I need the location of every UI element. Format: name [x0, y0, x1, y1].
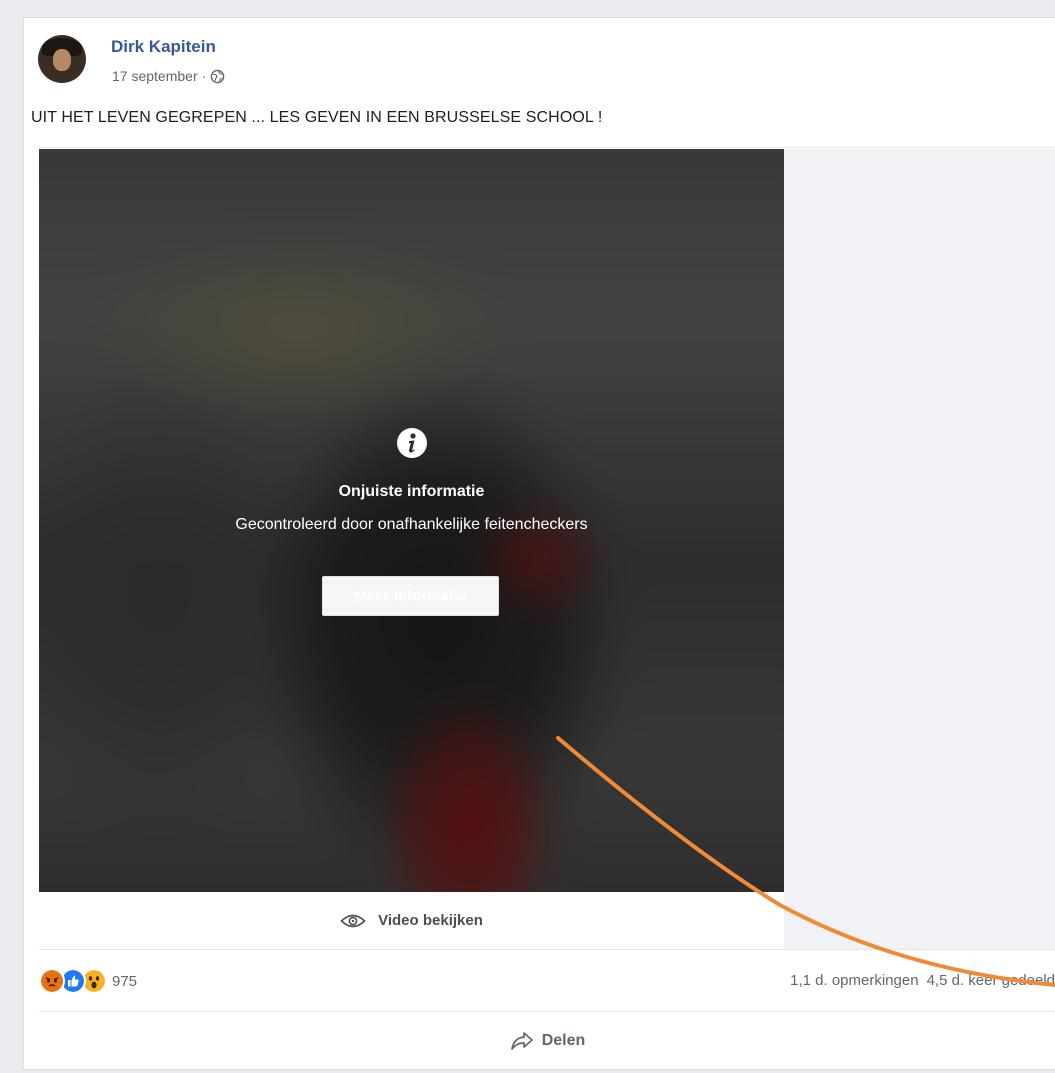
- watch-video-label: Video bekijken: [378, 912, 483, 929]
- post-text: UIT HET LEVEN GEGREPEN ... LES GEVEN IN …: [31, 109, 603, 126]
- angry-reaction-icon: [39, 968, 65, 994]
- author-name-link[interactable]: Dirk Kapitein: [111, 37, 216, 57]
- post-date[interactable]: 17 september: [112, 68, 198, 84]
- false-info-title: Onjuiste informatie: [338, 483, 485, 500]
- media-side-panel: [784, 149, 1055, 949]
- share-arrow-icon: [510, 1032, 533, 1050]
- divider: [39, 147, 1055, 148]
- divider: [39, 1011, 1055, 1012]
- more-info-button[interactable]: Meer informatie: [322, 576, 499, 616]
- comments-count-link[interactable]: 1,1 d. opmerkingen: [790, 972, 918, 989]
- avatar-face: [53, 49, 71, 71]
- reaction-count: 975: [112, 972, 138, 990]
- engagement-stats: 1,1 d. opmerkingen 4,5 d. keer gedeeld: [790, 972, 1055, 989]
- author-avatar[interactable]: [38, 35, 86, 83]
- share-label: Delen: [541, 1032, 586, 1049]
- info-icon: [397, 428, 427, 458]
- globe-icon[interactable]: [210, 69, 225, 84]
- post-card: Dirk Kapitein 17 september · UIT HET LEV…: [23, 17, 1055, 1070]
- reactions-summary[interactable]: 975: [39, 968, 137, 994]
- divider: [39, 949, 1055, 950]
- false-info-subtitle: Gecontroleerd door onafhankelijke feiten…: [235, 516, 588, 533]
- share-button[interactable]: Delen: [39, 1018, 1055, 1064]
- shares-count-link[interactable]: 4,5 d. keer gedeeld: [927, 972, 1055, 989]
- watch-video-button[interactable]: Video bekijken: [39, 892, 784, 949]
- eye-icon: [340, 914, 366, 927]
- video-player[interactable]: Onjuiste informatie Gecontroleerd door o…: [39, 149, 784, 892]
- meta-separator: ·: [201, 68, 207, 84]
- post-meta: 17 september ·: [112, 68, 225, 84]
